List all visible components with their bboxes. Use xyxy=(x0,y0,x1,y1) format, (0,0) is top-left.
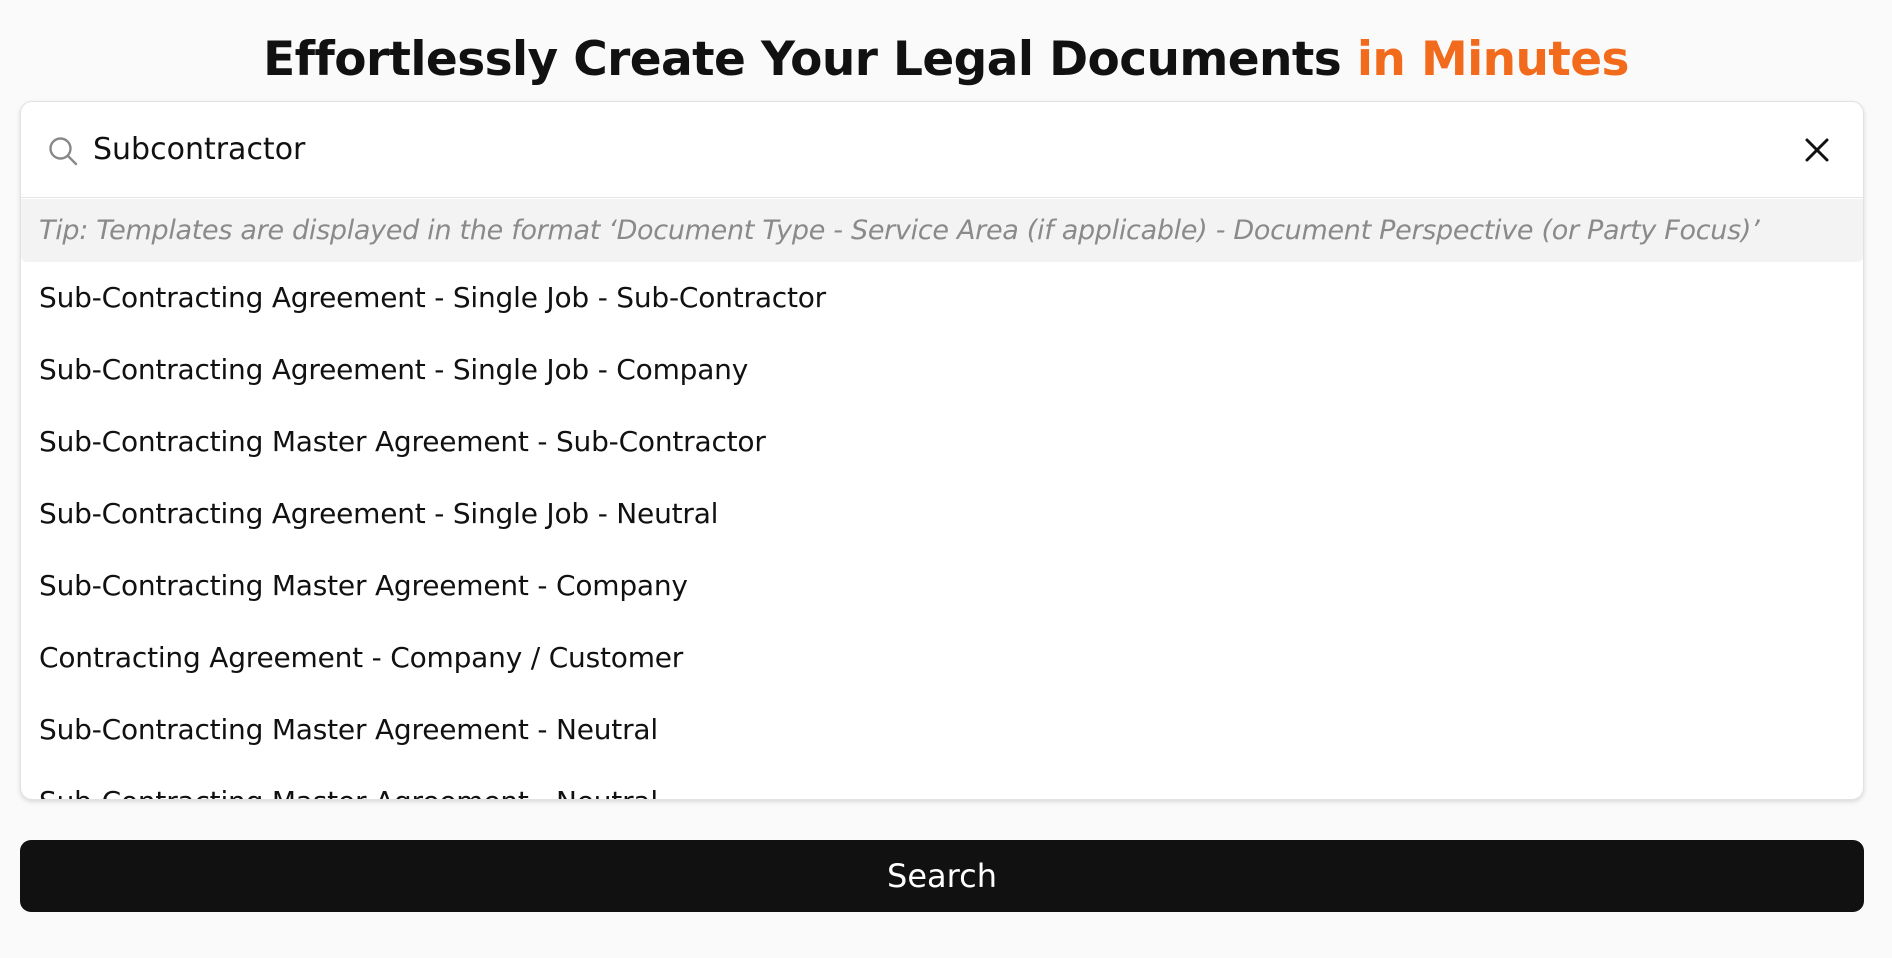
result-item[interactable]: Contracting Agreement - Company / Custom… xyxy=(21,622,1863,694)
search-input[interactable] xyxy=(93,124,1753,174)
result-item[interactable]: Sub-Contracting Agreement - Single Job -… xyxy=(21,262,1863,334)
result-item[interactable]: Sub-Contracting Agreement - Single Job -… xyxy=(21,478,1863,550)
headline-accent: in Minutes xyxy=(1356,32,1630,88)
search-icon xyxy=(47,135,79,167)
result-item[interactable]: Sub-Contracting Master Agreement - Neutr… xyxy=(21,766,1863,799)
format-tip: Tip: Templates are displayed in the form… xyxy=(21,199,1863,262)
results-list: Sub-Contracting Agreement - Single Job -… xyxy=(21,262,1863,799)
search-button[interactable]: Search xyxy=(20,840,1864,912)
close-icon[interactable] xyxy=(1799,132,1835,168)
result-item[interactable]: Sub-Contracting Master Agreement - Compa… xyxy=(21,550,1863,622)
page-title: Effortlessly Create Your Legal Documents… xyxy=(0,31,1892,91)
result-item[interactable]: Sub-Contracting Master Agreement - Neutr… xyxy=(21,694,1863,766)
result-item[interactable]: Sub-Contracting Master Agreement - Sub-C… xyxy=(21,406,1863,478)
search-bar xyxy=(21,102,1863,198)
headline-main: Effortlessly Create Your Legal Documents xyxy=(263,32,1357,88)
result-item[interactable]: Sub-Contracting Agreement - Single Job -… xyxy=(21,334,1863,406)
search-dropdown-card: Tip: Templates are displayed in the form… xyxy=(20,101,1864,800)
